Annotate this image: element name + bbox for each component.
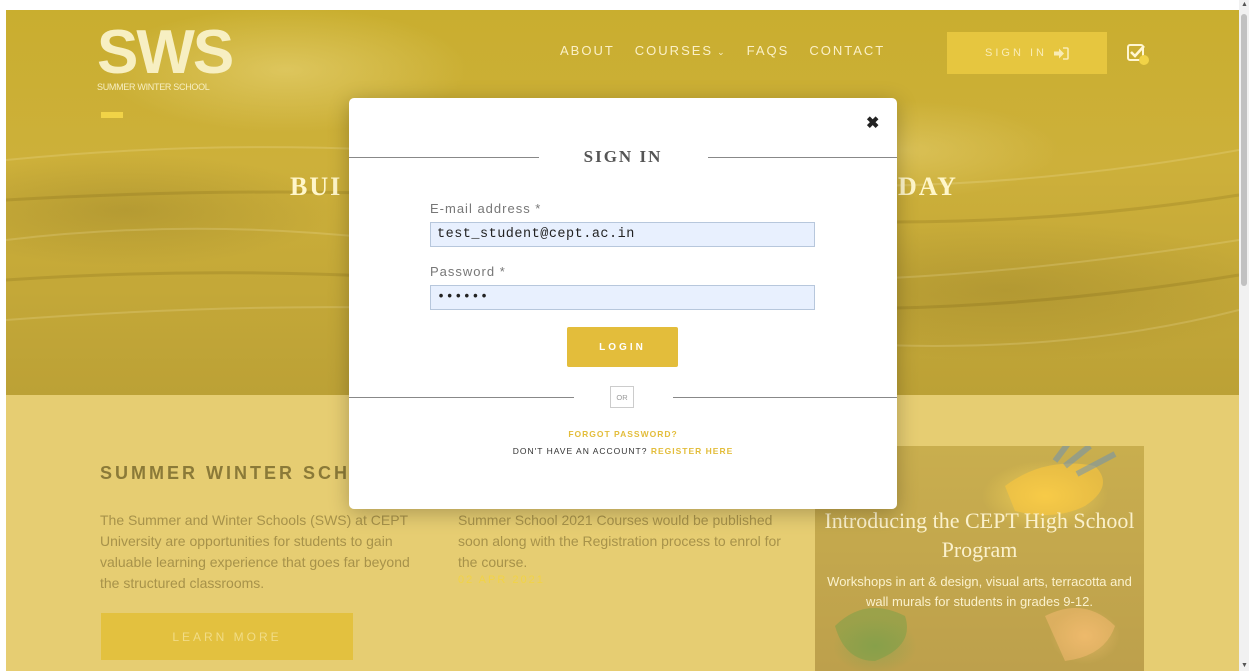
nav-courses[interactable]: COURSES ⌄ (635, 43, 727, 58)
logo-accent-bar (101, 112, 123, 118)
scrollbar-thumb[interactable] (1241, 14, 1247, 286)
browser-top-strip (0, 0, 1249, 10)
chevron-down-icon: ⌄ (717, 47, 727, 57)
main-nav: ABOUT COURSES ⌄ FAQS CONTACT (560, 43, 905, 58)
about-title: SUMMER WINTER SCH (100, 463, 350, 483)
sign-in-arrow-icon (1053, 46, 1069, 60)
promo-title: Introducing the CEPT High School Program (824, 508, 1135, 562)
nav-contact[interactable]: CONTACT (809, 43, 885, 58)
scroll-up-arrow-icon[interactable]: ▲ (1240, 0, 1249, 10)
or-divider-right (673, 397, 897, 398)
learn-more-button[interactable]: LEARN MORE (101, 613, 353, 660)
password-field[interactable]: •••••• (430, 285, 815, 310)
modal-title: SIGN IN (583, 147, 663, 166)
news-date: 02 APR 2021 (458, 574, 545, 586)
header-sign-in-label: SIGN IN (985, 47, 1047, 59)
about-description: The Summer and Winter Schools (SWS) at C… (100, 512, 410, 591)
or-divider-left (349, 397, 574, 398)
hero-headline-right: DAY (898, 172, 958, 201)
nav-faqs[interactable]: FAQS (747, 43, 790, 58)
news-text: Summer School 2021 Courses would be publ… (458, 512, 781, 570)
promo-description: Workshops in art & design, visual arts, … (827, 574, 1132, 609)
password-label: Password * (430, 264, 506, 279)
nav-about[interactable]: ABOUT (560, 43, 615, 58)
hero-headline-left: BUI (290, 172, 343, 201)
email-label: E-mail address * (430, 201, 542, 216)
close-icon[interactable]: ✖ (866, 113, 879, 133)
forgot-password-link[interactable]: FORGOT PASSWORD? (349, 429, 897, 439)
register-row: DON'T HAVE AN ACCOUNT? REGISTER HERE (349, 446, 897, 456)
login-button[interactable]: LOGIN (567, 327, 678, 367)
logo-wordmark: SWS (97, 18, 234, 87)
checkbox-icon[interactable] (1127, 44, 1149, 66)
register-link[interactable]: REGISTER HERE (651, 446, 733, 456)
or-separator: OR (610, 386, 634, 408)
nav-courses-label: COURSES (634, 43, 714, 58)
header-sign-in-button[interactable]: SIGN IN (947, 32, 1107, 74)
email-field[interactable]: test_student@cept.ac.in (430, 222, 815, 247)
site-logo[interactable]: SWS SUMMER WINTER SCHOOL (97, 18, 234, 93)
no-account-text: DON'T HAVE AN ACCOUNT? (512, 446, 648, 456)
scroll-down-arrow-icon[interactable]: ▼ (1240, 661, 1249, 671)
